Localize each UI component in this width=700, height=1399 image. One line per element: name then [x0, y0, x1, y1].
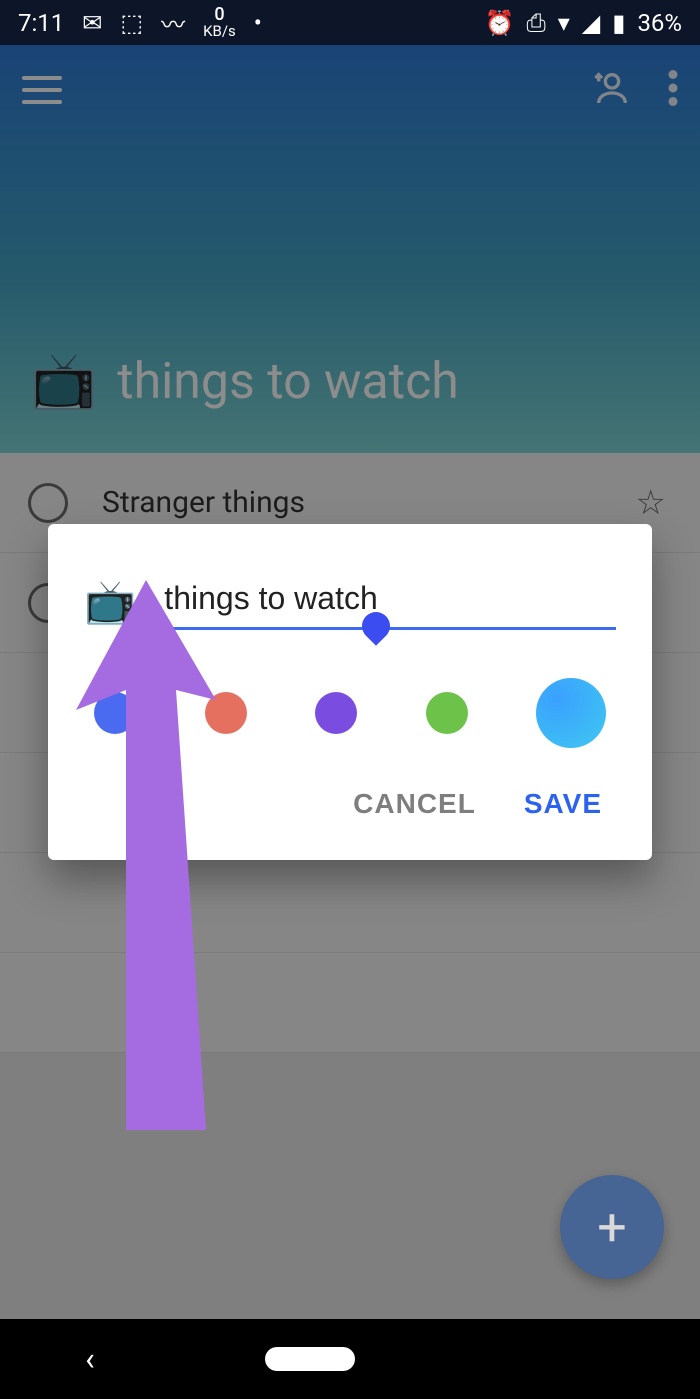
alarm-icon: ⏰: [485, 9, 515, 37]
cast-icon: ⎙: [527, 9, 546, 37]
home-button[interactable]: [265, 1347, 355, 1371]
dialog-emoji-button[interactable]: 📺: [84, 578, 136, 627]
battery-icon: ▮: [612, 9, 625, 37]
color-option-purple[interactable]: [315, 692, 357, 734]
dot-icon: •: [254, 9, 262, 37]
mail-icon: ✉: [82, 9, 102, 37]
screen: 7:11 ✉ ⬚ 〰 0 KB/s • ⏰ ⎙ ▾ ◢ ▮ 36%: [0, 0, 700, 1399]
inbox-icon: ⬚: [120, 9, 143, 37]
save-button[interactable]: SAVE: [520, 778, 606, 830]
signal-icon: ◢: [582, 9, 600, 37]
mustache-icon: 〰: [161, 5, 185, 40]
add-fab[interactable]: +: [560, 1175, 664, 1279]
status-bar: 7:11 ✉ ⬚ 〰 0 KB/s • ⏰ ⎙ ▾ ◢ ▮ 36%: [0, 0, 700, 45]
cancel-button[interactable]: CANCEL: [349, 778, 480, 830]
back-button[interactable]: ‹: [85, 1340, 95, 1378]
plus-icon: +: [597, 1197, 627, 1258]
color-picker: [84, 660, 616, 778]
wifi-icon: ▾: [558, 9, 570, 37]
color-option-lightblue-selected[interactable]: [536, 678, 606, 748]
color-option-red[interactable]: [205, 692, 247, 734]
clock: 7:11: [18, 9, 64, 37]
color-option-green[interactable]: [426, 692, 468, 734]
system-nav-bar: ‹: [0, 1319, 700, 1399]
color-option-blue[interactable]: [94, 692, 136, 734]
battery-percent: 36%: [637, 9, 682, 37]
rename-list-dialog: 📺 CANCEL SAVE: [48, 524, 652, 860]
netspeed-indicator: 0 KB/s: [203, 6, 236, 39]
